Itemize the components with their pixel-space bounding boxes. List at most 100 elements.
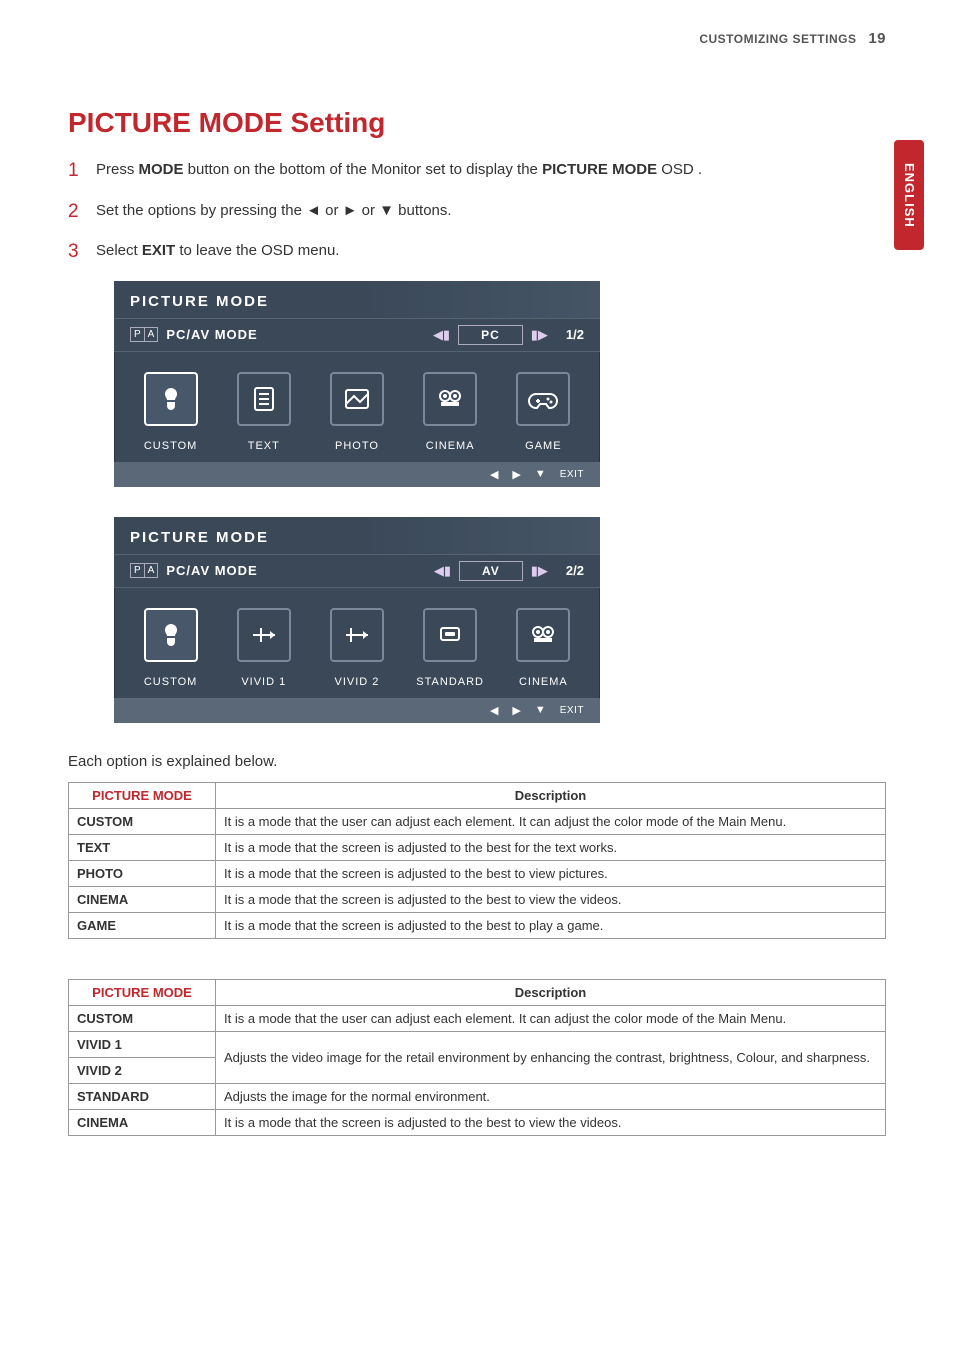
- photo-icon: [330, 372, 384, 426]
- language-tab[interactable]: ENGLISH: [894, 140, 924, 250]
- table-row: VIVID 1Adjusts the video image for the r…: [69, 1031, 886, 1057]
- row-key: STANDARD: [69, 1083, 216, 1109]
- osd-nav-down-icon[interactable]: ▼: [535, 468, 546, 480]
- row-key: CINEMA: [69, 886, 216, 912]
- osd-left-arrow-icon[interactable]: ◀▮: [433, 327, 450, 343]
- row-desc: It is a mode that the screen is adjusted…: [216, 834, 886, 860]
- osd-nav-right-icon[interactable]: ▶: [512, 704, 520, 717]
- table-row: CUSTOMIt is a mode that the user can adj…: [69, 1005, 886, 1031]
- row-desc: It is a mode that the screen is adjusted…: [216, 860, 886, 886]
- osd-mode-game[interactable]: GAME: [498, 372, 588, 452]
- row-key: VIVID 1: [69, 1031, 216, 1057]
- osd-mode-photo[interactable]: PHOTO: [312, 372, 402, 452]
- step-text: Select EXIT to leave the OSD menu.: [96, 242, 339, 259]
- osd-mode-label: STANDARD: [416, 676, 484, 688]
- osd-nav-left-icon[interactable]: ◀: [490, 704, 498, 717]
- osd-value: AV: [459, 561, 523, 581]
- pa-badge-icon: PA: [130, 563, 158, 578]
- osd-mode-vivid-2[interactable]: VIVID 2: [312, 608, 402, 688]
- osd-mode-cinema[interactable]: CINEMA: [498, 608, 588, 688]
- osd-mode-cinema[interactable]: CINEMA: [405, 372, 495, 452]
- osd-sub-row: PAPC/AV MODE◀▮PC▮▶1/2: [114, 318, 600, 352]
- table-row: CUSTOMIt is a mode that the user can adj…: [69, 808, 886, 834]
- row-desc: It is a mode that the screen is adjusted…: [216, 1109, 886, 1135]
- cinema-icon: [516, 608, 570, 662]
- osd-mode-label: VIVID 2: [335, 676, 380, 688]
- osd-icon-row: CUSTOM TEXTPHOTO CINEMA GAME: [114, 352, 600, 462]
- table-row: CINEMAIt is a mode that the screen is ad…: [69, 1109, 886, 1135]
- standard-icon: [423, 608, 477, 662]
- osd-mode-label: CINEMA: [426, 440, 475, 452]
- step-item: 3Select EXIT to leave the OSD menu.: [68, 240, 886, 263]
- vivid2-icon: [330, 608, 384, 662]
- custom-icon: [144, 372, 198, 426]
- row-desc: It is a mode that the user can adjust ea…: [216, 808, 886, 834]
- row-desc: Adjusts the video image for the retail e…: [216, 1031, 886, 1083]
- osd-footer: ◀ ▶ ▼ EXIT: [114, 462, 600, 487]
- osd-mode-custom[interactable]: CUSTOM: [126, 608, 216, 688]
- osd-nav-right-icon[interactable]: ▶: [512, 468, 520, 481]
- cinema-icon: [423, 372, 477, 426]
- osd-sub-label: PC/AV MODE: [166, 563, 257, 578]
- osd-nav-down-icon[interactable]: ▼: [535, 704, 546, 716]
- osd-mode-standard[interactable]: STANDARD: [405, 608, 495, 688]
- osd-right-arrow-icon[interactable]: ▮▶: [531, 327, 548, 343]
- osd-icon-row: CUSTOM VIVID 1 VIVID 2 STANDARD CINEMA: [114, 588, 600, 698]
- osd-title: PICTURE MODE: [114, 517, 600, 554]
- step-number: 1: [68, 157, 79, 186]
- osd-mode-label: GAME: [525, 440, 561, 452]
- step-number: 3: [68, 238, 79, 267]
- osd-title: PICTURE MODE: [114, 281, 600, 318]
- table-header-mode: PICTURE MODE: [69, 979, 216, 1005]
- step-item: 1Press MODE button on the bottom of the …: [68, 159, 886, 182]
- osd-mode-label: VIVID 1: [241, 676, 286, 688]
- row-key: TEXT: [69, 834, 216, 860]
- osd-footer: ◀ ▶ ▼ EXIT: [114, 698, 600, 723]
- osd-sub-label: PC/AV MODE: [166, 327, 257, 342]
- osd-nav-left-icon[interactable]: ◀: [490, 468, 498, 481]
- row-desc: It is a mode that the screen is adjusted…: [216, 912, 886, 938]
- table-row: CINEMAIt is a mode that the screen is ad…: [69, 886, 886, 912]
- osd-mode-custom[interactable]: CUSTOM: [126, 372, 216, 452]
- osd-left-arrow-icon[interactable]: ◀▮: [434, 563, 451, 579]
- osd-mode-label: CUSTOM: [144, 440, 197, 452]
- custom-icon: [144, 608, 198, 662]
- section-label: CUSTOMIZING SETTINGS: [699, 32, 856, 46]
- table-row: TEXTIt is a mode that the screen is adju…: [69, 834, 886, 860]
- row-key: VIVID 2: [69, 1057, 216, 1083]
- osd-mode-label: CINEMA: [519, 676, 568, 688]
- page-number: 19: [868, 30, 886, 47]
- osd-mode-vivid-1[interactable]: VIVID 1: [219, 608, 309, 688]
- steps-list: 1Press MODE button on the bottom of the …: [68, 159, 886, 263]
- pa-badge-icon: PA: [130, 327, 158, 342]
- page-title: PICTURE MODE Setting: [68, 107, 886, 139]
- row-key: CUSTOM: [69, 1005, 216, 1031]
- text-icon: [237, 372, 291, 426]
- game-icon: [516, 372, 570, 426]
- table-header-mode: PICTURE MODE: [69, 782, 216, 808]
- osd-sub-row: PA PC/AV MODE ◀▮ AV ▮▶ 2/2: [114, 554, 600, 588]
- osd-page-indicator: 1/2: [566, 327, 584, 342]
- pc-mode-table: PICTURE MODEDescriptionCUSTOMIt is a mod…: [68, 782, 886, 939]
- language-label: ENGLISH: [894, 153, 924, 238]
- row-key: PHOTO: [69, 860, 216, 886]
- page-header: CUSTOMIZING SETTINGS 19: [68, 30, 886, 47]
- osd-mode-text[interactable]: TEXT: [219, 372, 309, 452]
- osd-exit-button[interactable]: EXIT: [560, 705, 584, 716]
- table-header-desc: Description: [216, 979, 886, 1005]
- row-key: CINEMA: [69, 1109, 216, 1135]
- row-desc: It is a mode that the screen is adjusted…: [216, 886, 886, 912]
- step-item: 2Set the options by pressing the ◄ or ► …: [68, 200, 886, 223]
- table-header-desc: Description: [216, 782, 886, 808]
- osd-panel-av: PICTURE MODE PA PC/AV MODE ◀▮ AV ▮▶ 2/2 CUSTOM V…: [114, 517, 600, 723]
- vivid1-icon: [237, 608, 291, 662]
- table-row: STANDARDAdjusts the image for the normal…: [69, 1083, 886, 1109]
- av-mode-table: PICTURE MODEDescriptionCUSTOMIt is a mod…: [68, 979, 886, 1136]
- row-desc: It is a mode that the user can adjust ea…: [216, 1005, 886, 1031]
- osd-page-indicator: 2/2: [566, 563, 584, 578]
- step-number: 2: [68, 198, 79, 227]
- osd-right-arrow-icon[interactable]: ▮▶: [531, 563, 548, 579]
- step-text: Set the options by pressing the ◄ or ► o…: [96, 202, 452, 219]
- table-row: GAMEIt is a mode that the screen is adju…: [69, 912, 886, 938]
- osd-exit-button[interactable]: EXIT: [560, 469, 584, 480]
